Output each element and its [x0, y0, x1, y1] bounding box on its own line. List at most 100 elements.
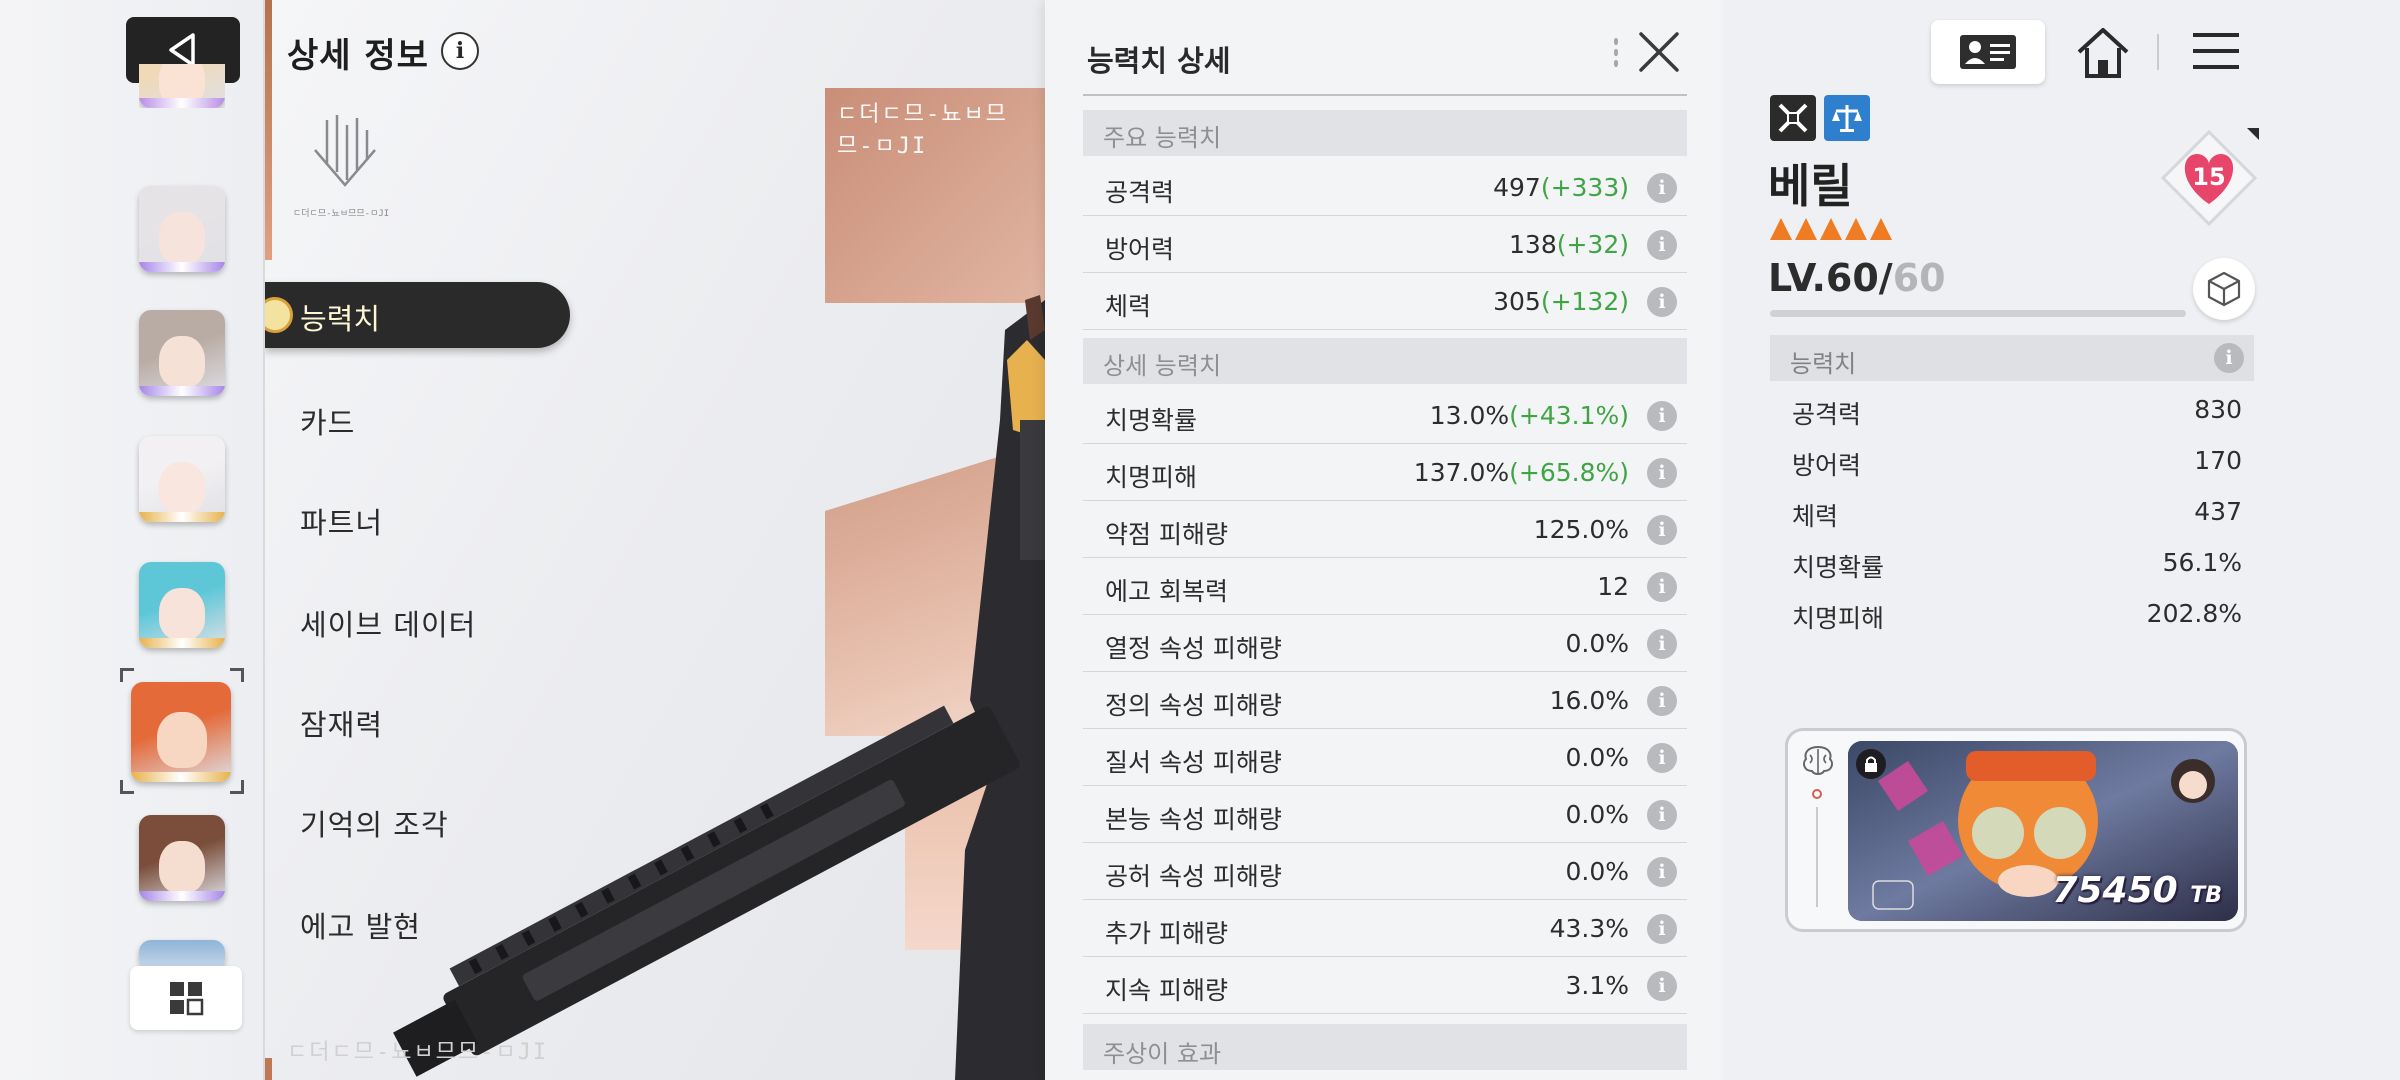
stat-value: 437	[2194, 497, 2242, 526]
stat-name: 정의 속성 피해량	[1105, 691, 1282, 720]
info-icon[interactable]: i	[1647, 971, 1677, 1001]
stat-row: 방어력 138(+32) i	[1083, 216, 1687, 273]
stat-base-value: 0.0%	[1565, 743, 1629, 772]
stat-name: 치명확률	[1792, 553, 1885, 582]
info-icon[interactable]: i	[1647, 515, 1677, 545]
stat-name: 치명피해	[1105, 463, 1198, 492]
nav-item-card[interactable]: 카드	[300, 400, 355, 442]
summary-stat-row: 방어력 170	[1770, 434, 2254, 485]
attribute-justice-icon	[1824, 95, 1870, 141]
info-icon[interactable]: i	[1647, 743, 1677, 773]
stat-name: 체력	[1105, 292, 1152, 321]
stat-base-value: 497	[1493, 173, 1541, 202]
stat-row: 치명확률 13.0%(+43.1%) i	[1083, 387, 1687, 444]
cube-icon	[2207, 271, 2241, 307]
info-icon[interactable]: i	[1647, 914, 1677, 944]
memory-fragment-image: 75450 TB	[1848, 741, 2238, 921]
info-icon[interactable]: i	[441, 32, 479, 70]
stat-base-value: 43.3%	[1549, 914, 1629, 943]
cube-button[interactable]	[2193, 258, 2255, 320]
stat-name: 공격력	[1792, 400, 1862, 429]
info-icon[interactable]: i	[1647, 458, 1677, 488]
info-icon[interactable]: i	[1647, 857, 1677, 887]
stat-value: 170	[2194, 446, 2242, 475]
info-icon[interactable]: i	[1647, 686, 1677, 716]
info-icon[interactable]: i	[1647, 173, 1677, 203]
menu-icon[interactable]	[2191, 26, 2241, 76]
stat-row: 지속 피해량 3.1% i	[1083, 957, 1687, 1014]
detail-nav-column: ㄷ더ㄷ므-뇨ㅂ므므-ㅁJI 상세 정보 i ㄷ더ㄷ므-뇨ㅂ므므-ㅁJI 능력치 …	[265, 0, 1045, 1080]
stat-base-value: 0.0%	[1565, 857, 1629, 886]
section-detail-stats: 상세 능력치	[1083, 338, 1687, 384]
stat-value: 305(+132)	[1493, 287, 1629, 316]
section-label: 주상이 효과	[1103, 1040, 1222, 1068]
info-icon[interactable]: i	[1647, 401, 1677, 431]
info-icon[interactable]: i	[1647, 287, 1677, 317]
stat-bonus: (+43.1%)	[1509, 401, 1629, 430]
info-icon[interactable]: i	[1647, 629, 1677, 659]
stat-base-value: 0.0%	[1565, 800, 1629, 829]
star-icon	[1845, 218, 1867, 240]
info-icon[interactable]: i	[2214, 343, 2244, 373]
nav-item-memory-fragment[interactable]: 기억의 조각	[300, 802, 449, 844]
memory-fragment-card[interactable]: 75450 TB	[1785, 728, 2247, 932]
banner-text-bottom: ㄷ더ㄷ므-뇨ㅂ므므-ㅁJI	[287, 1040, 549, 1065]
level-max: 60	[1892, 256, 1946, 300]
star-icon	[1795, 218, 1817, 240]
nav-item-potential[interactable]: 잠재력	[300, 702, 383, 744]
nav-item-ego-manifest[interactable]: 에고 발현	[300, 904, 421, 946]
summary-stat-row: 치명확률 56.1%	[1770, 536, 2254, 587]
grid-icon	[170, 982, 204, 1016]
stat-row: 치명피해 137.0%(+65.8%) i	[1083, 444, 1687, 501]
summary-stat-row: 체력 437	[1770, 485, 2254, 536]
stat-bonus: (+333)	[1540, 173, 1629, 202]
accent-bar-bottom	[265, 1058, 272, 1080]
stat-name: 체력	[1792, 502, 1839, 531]
info-icon[interactable]: i	[1647, 800, 1677, 830]
portrait-5[interactable]	[139, 562, 225, 648]
stat-value: 43.3%	[1550, 914, 1629, 943]
stat-row: 공격력 497(+333) i	[1083, 159, 1687, 216]
stat-value: 16.0%	[1550, 686, 1629, 715]
nav-item-save-data[interactable]: 세이브 데이터	[300, 602, 476, 644]
portrait-3[interactable]	[139, 310, 225, 396]
stat-base-value: 0.0%	[1565, 629, 1629, 658]
stat-base-value: 12	[1597, 572, 1629, 601]
stat-row: 에고 회복력 12 i	[1083, 558, 1687, 615]
grid-view-button[interactable]	[130, 966, 242, 1030]
stat-base-value: 138	[1509, 230, 1557, 259]
nav-item-partner[interactable]: 파트너	[300, 500, 383, 542]
drag-handle-icon[interactable]	[1613, 36, 1619, 70]
page-title: 상세 정보	[287, 36, 429, 76]
connector-line	[1816, 807, 1818, 907]
stat-base-value: 3.1%	[1565, 971, 1629, 1000]
close-icon[interactable]	[1637, 30, 1681, 74]
info-icon[interactable]: i	[1647, 572, 1677, 602]
star-icon	[1770, 218, 1792, 240]
stat-base-value: 305	[1493, 287, 1541, 316]
character-level: LV.60/60	[1768, 256, 1946, 300]
star-icon	[1870, 218, 1892, 240]
stat-bonus: (+132)	[1540, 287, 1629, 316]
portrait-7[interactable]	[139, 815, 225, 901]
game-logo	[314, 115, 376, 187]
stat-value: 12	[1597, 572, 1629, 601]
info-icon[interactable]: i	[1647, 230, 1677, 260]
stat-value: 497(+333)	[1493, 173, 1629, 202]
nav-item-stats[interactable]: 능력치	[265, 282, 570, 348]
stat-row: 본능 속성 피해량 0.0% i	[1083, 786, 1687, 843]
section-label: 주요 능력치	[1103, 124, 1222, 152]
portrait-2[interactable]	[139, 186, 225, 272]
stat-row: 열정 속성 피해량 0.0% i	[1083, 615, 1687, 672]
level-progress-bar	[1770, 310, 2186, 317]
panel-title: 능력치 상세	[1087, 44, 1231, 78]
section-label: 상세 능력치	[1103, 352, 1222, 380]
stat-value: 13.0%(+43.1%)	[1430, 401, 1629, 430]
stat-bonus: (+32)	[1556, 230, 1629, 259]
stat-base-value: 137.0%	[1413, 458, 1510, 487]
profile-card-button[interactable]	[1931, 20, 2045, 84]
home-icon[interactable]	[2073, 22, 2133, 82]
section-main-stats: 주요 능력치	[1083, 110, 1687, 156]
stat-value: 137.0%(+65.8%)	[1414, 458, 1629, 487]
portrait-4[interactable]	[139, 436, 225, 522]
